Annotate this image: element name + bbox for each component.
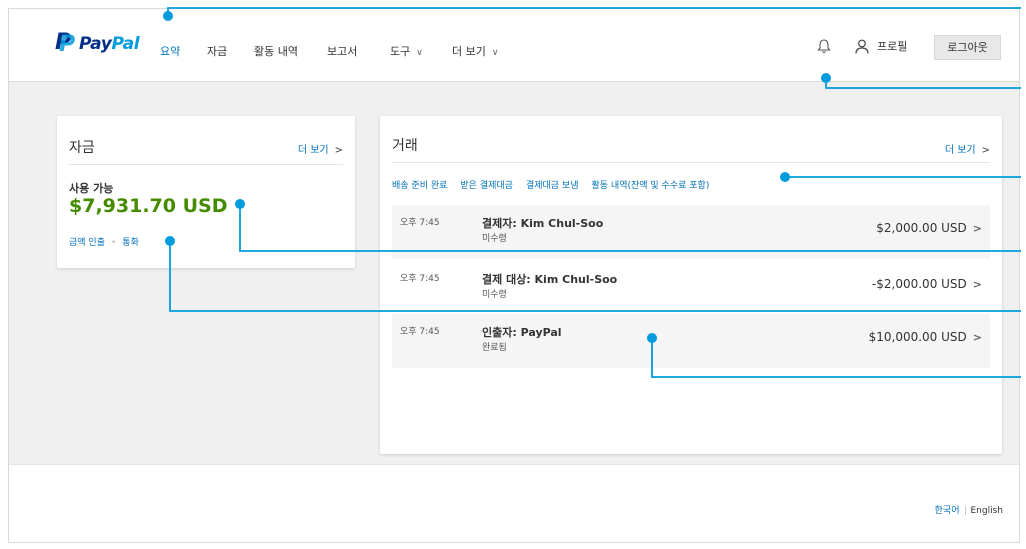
- transactions-more-link[interactable]: 더 보기 >: [945, 141, 990, 156]
- language-korean[interactable]: 한국어: [935, 506, 960, 516]
- filter-ready-to-ship[interactable]: 배송 준비 완료: [392, 181, 447, 191]
- tx-status: 완료됨: [482, 343, 507, 353]
- available-label: 사용 가능: [69, 182, 114, 195]
- funds-card: 자금 더 보기 > 사용 가능 $7,931.70 USD 금액 인출 • 통화: [57, 116, 355, 268]
- nav-activity[interactable]: 활동 내역: [254, 43, 298, 59]
- tx-status: 미수령: [482, 290, 507, 300]
- nav-reports[interactable]: 보고서: [327, 43, 357, 59]
- transaction-row[interactable]: 오후 7:45 결제 대상: Kim Chul-Soo 미수령 -$2,000.…: [392, 261, 990, 315]
- chevron-right-icon: >: [334, 145, 343, 156]
- tx-amount: $2,000.00 USD >: [876, 221, 982, 235]
- transactions-card: 거래 더 보기 > 배송 준비 완료 받은 결제대금 결제대금 보냄 활동 내역(잔액 …: [380, 116, 1002, 454]
- profile-link[interactable]: 프로필: [855, 38, 907, 54]
- tx-time: 오후 7:45: [400, 327, 440, 337]
- nav-funds[interactable]: 자금: [207, 43, 227, 59]
- transactions-title: 거래: [392, 138, 418, 154]
- language-english[interactable]: English: [971, 506, 1004, 516]
- tx-name: 결제 대상: Kim Chul-Soo: [482, 273, 618, 286]
- available-balance: $7,931.70 USD: [69, 195, 228, 217]
- tx-amount: -$2,000.00 USD >: [871, 277, 982, 291]
- nav-tools[interactable]: 도구 ∨: [390, 43, 423, 59]
- transaction-row[interactable]: 오후 7:45 인출자: PayPal 완료됨 $10,000.00 USD >: [392, 314, 990, 368]
- nav-tools-label: 도구: [390, 45, 411, 58]
- transaction-row[interactable]: 오후 7:45 결제자: Kim Chul-Soo 미수령 $2,000.00 …: [392, 205, 990, 259]
- tx-amount: $10,000.00 USD >: [868, 330, 982, 344]
- chevron-right-icon: >: [972, 278, 982, 291]
- nav-summary[interactable]: 요약: [160, 43, 180, 59]
- notification-bell-icon[interactable]: [815, 37, 833, 55]
- chevron-right-icon: >: [981, 145, 990, 156]
- dot-separator: •: [110, 238, 117, 248]
- transaction-filters: 배송 준비 완료 받은 결제대금 결제대금 보냄 활동 내역(잔액 및 수수료 포함): [392, 178, 722, 191]
- chevron-down-icon: ∨: [416, 48, 423, 58]
- tx-name: 결제자: Kim Chul-Soo: [482, 217, 604, 230]
- divider: [964, 506, 966, 515]
- withdraw-link[interactable]: 금액 인출: [69, 238, 105, 248]
- tx-time: 오후 7:45: [400, 274, 440, 284]
- filter-activity[interactable]: 활동 내역(잔액 및 수수료 포함): [592, 181, 710, 191]
- funds-links: 금액 인출 • 통화: [69, 235, 139, 248]
- paypal-logo[interactable]: PP PayPal: [55, 30, 140, 57]
- profile-label: 프로필: [877, 40, 908, 53]
- nav-more-label: 더 보기: [452, 45, 486, 58]
- divider: [69, 164, 343, 165]
- chevron-right-icon: >: [972, 222, 982, 235]
- tx-name: 인출자: PayPal: [482, 326, 562, 339]
- currency-link[interactable]: 통화: [122, 238, 139, 248]
- filter-payments-sent[interactable]: 결제대금 보냄: [526, 181, 579, 191]
- funds-title: 자금: [69, 140, 95, 156]
- user-icon: [855, 39, 869, 54]
- language-switcher: 한국어 English: [935, 503, 1003, 516]
- chevron-down-icon: ∨: [491, 48, 499, 58]
- tx-time: 오후 7:45: [400, 218, 440, 228]
- nav-more[interactable]: 더 보기 ∨: [452, 43, 498, 59]
- logout-button[interactable]: 로그아웃: [934, 35, 1001, 60]
- top-header: PP PayPal 요약 자금 활동 내역 보고서 도구 ∨ 더 보기 ∨ 프로…: [9, 9, 1019, 82]
- divider: [392, 162, 990, 163]
- tx-status: 미수령: [482, 234, 507, 244]
- chevron-right-icon: >: [972, 331, 982, 344]
- browser-frame: PP PayPal 요약 자금 활동 내역 보고서 도구 ∨ 더 보기 ∨ 프로…: [8, 8, 1020, 543]
- funds-more-link[interactable]: 더 보기 >: [298, 141, 343, 156]
- footer: 한국어 English: [9, 464, 1019, 542]
- paypal-mark-icon: PP: [55, 30, 76, 57]
- filter-payments-received[interactable]: 받은 결제대금: [460, 181, 513, 191]
